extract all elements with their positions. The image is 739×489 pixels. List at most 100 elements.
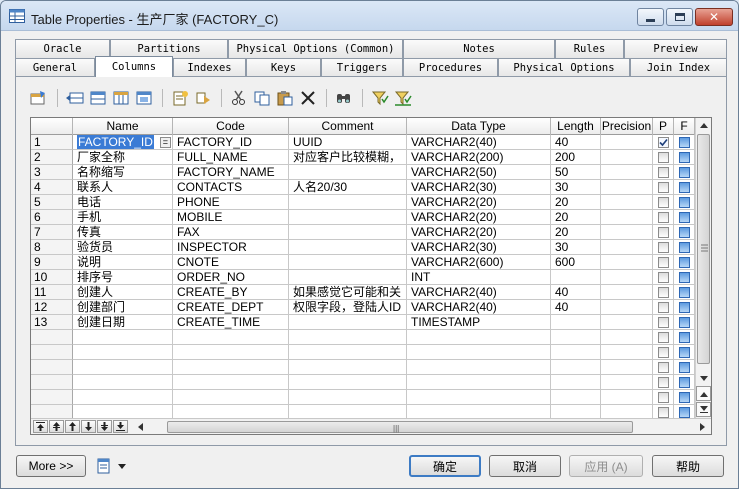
foreign-checkbox[interactable] (674, 225, 695, 240)
help-button[interactable]: 帮助 (652, 455, 724, 477)
primary-checkbox[interactable] (653, 255, 674, 270)
cell-comment[interactable]: 对应客户比较模糊， (289, 150, 407, 165)
cell-name[interactable]: 排序号 (73, 270, 173, 285)
foreign-checkbox[interactable] (674, 210, 695, 225)
cell-code[interactable]: CREATE_TIME (173, 315, 289, 330)
tab-preview[interactable]: Preview (624, 39, 727, 58)
primary-check-icon[interactable] (657, 256, 669, 268)
vertical-scrollbar[interactable] (695, 118, 711, 418)
cell-type[interactable]: VARCHAR2(600) (407, 255, 551, 270)
table-row[interactable] (31, 330, 695, 345)
cell-length[interactable]: 40 (551, 300, 601, 315)
table-row[interactable] (31, 390, 695, 405)
primary-checkbox[interactable] (653, 135, 674, 150)
primary-check-icon[interactable] (657, 361, 669, 373)
table-row[interactable]: 11 创建人 CREATE_BY 如果感觉它可能和关 VARCHAR2(40) 40 (31, 285, 695, 300)
header-name[interactable]: Name (73, 118, 173, 135)
scroll-page-down-icon[interactable] (696, 402, 711, 417)
primary-check-icon[interactable] (657, 391, 669, 403)
create-domain-icon[interactable] (169, 88, 191, 108)
foreign-checkbox[interactable] (674, 165, 695, 180)
foreign-checkbox[interactable] (674, 375, 695, 390)
primary-check-icon[interactable] (657, 226, 669, 238)
cell-precision[interactable] (601, 375, 653, 390)
foreign-check-icon[interactable] (678, 211, 690, 223)
copy-icon[interactable] (251, 88, 273, 108)
cell-comment[interactable]: 如果感觉它可能和关 (289, 285, 407, 300)
foreign-checkbox[interactable] (674, 255, 695, 270)
cell-length[interactable]: 40 (551, 135, 601, 150)
primary-check-icon[interactable] (657, 241, 669, 253)
title-bar[interactable]: Table Properties - 生产厂家 (FACTORY_C) ✕ (1, 1, 738, 31)
primary-check-icon[interactable] (657, 376, 669, 388)
cell-name[interactable] (73, 360, 173, 375)
cell-code[interactable]: FULL_NAME (173, 150, 289, 165)
tab-physical-options-common[interactable]: Physical Options (Common) (228, 39, 403, 58)
cell-name[interactable]: 传真 (73, 225, 173, 240)
cell-type[interactable]: VARCHAR2(20) (407, 225, 551, 240)
horizontal-scroll-thumb[interactable]: ||| (167, 421, 633, 433)
foreign-check-icon[interactable] (678, 301, 690, 313)
foreign-check-icon[interactable] (678, 331, 690, 343)
primary-checkbox[interactable] (653, 375, 674, 390)
cell-code[interactable] (173, 345, 289, 360)
cell-length[interactable] (551, 375, 601, 390)
cell-comment[interactable]: 权限字段，登陆人ID (289, 300, 407, 315)
apply-button[interactable]: 应用 (A) (569, 455, 643, 477)
table-row[interactable]: 7 传真 FAX VARCHAR2(20) 20 (31, 225, 695, 240)
cell-precision[interactable] (601, 240, 653, 255)
cell-code[interactable]: FACTORY_ID (173, 135, 289, 150)
cell-precision[interactable] (601, 300, 653, 315)
selected-name-text[interactable]: FACTORY_ID (77, 135, 154, 149)
tab-indexes[interactable]: Indexes (173, 58, 246, 77)
primary-checkbox[interactable] (653, 210, 674, 225)
primary-check-icon[interactable] (657, 136, 669, 148)
more-button[interactable]: More >> (16, 455, 86, 477)
table-row[interactable]: 9 说明 CNOTE VARCHAR2(600) 600 (31, 255, 695, 270)
cell-code[interactable] (173, 390, 289, 405)
table-row[interactable]: 3 名称缩写 FACTORY_NAME VARCHAR2(50) 50 (31, 165, 695, 180)
cell-length[interactable]: 20 (551, 195, 601, 210)
cell-length[interactable]: 600 (551, 255, 601, 270)
cell-length[interactable]: 50 (551, 165, 601, 180)
table-row[interactable]: 10 排序号 ORDER_NO INT (31, 270, 695, 285)
cell-length[interactable]: 200 (551, 150, 601, 165)
cell-type[interactable]: VARCHAR2(30) (407, 240, 551, 255)
primary-checkbox[interactable] (653, 270, 674, 285)
cell-code[interactable] (173, 360, 289, 375)
table-row[interactable]: 4 联系人 CONTACTS 人名20/30 VARCHAR2(30) 30 (31, 180, 695, 195)
cell-comment[interactable] (289, 240, 407, 255)
cell-name[interactable]: 创建日期 (73, 315, 173, 330)
cell-comment[interactable] (289, 165, 407, 180)
cell-code[interactable]: MOBILE (173, 210, 289, 225)
primary-check-icon[interactable] (657, 271, 669, 283)
properties-icon[interactable] (28, 88, 50, 108)
primary-checkbox[interactable] (653, 165, 674, 180)
move-down-icon[interactable] (81, 420, 96, 433)
cell-precision[interactable] (601, 330, 653, 345)
tab-keys[interactable]: Keys (246, 58, 321, 77)
cell-comment[interactable]: UUID (289, 135, 407, 150)
cell-code[interactable]: CREATE_DEPT (173, 300, 289, 315)
header-primary[interactable]: P (653, 118, 674, 135)
foreign-check-icon[interactable] (678, 136, 690, 148)
header-length[interactable]: Length (551, 118, 601, 135)
cell-comment[interactable] (289, 375, 407, 390)
primary-check-icon[interactable] (657, 286, 669, 298)
foreign-checkbox[interactable] (674, 240, 695, 255)
cell-length[interactable] (551, 330, 601, 345)
primary-check-icon[interactable] (657, 331, 669, 343)
cell-code[interactable]: CONTACTS (173, 180, 289, 195)
add-columns-icon[interactable] (110, 88, 132, 108)
cell-length[interactable] (551, 390, 601, 405)
cell-type[interactable]: TIMESTAMP (407, 315, 551, 330)
foreign-check-icon[interactable] (678, 256, 690, 268)
table-row[interactable]: 5 电话 PHONE VARCHAR2(20) 20 (31, 195, 695, 210)
cell-precision[interactable] (601, 345, 653, 360)
primary-check-icon[interactable] (657, 316, 669, 328)
table-row[interactable] (31, 375, 695, 390)
foreign-check-icon[interactable] (678, 391, 690, 403)
cell-code[interactable] (173, 330, 289, 345)
cell-code[interactable]: FACTORY_NAME (173, 165, 289, 180)
foreign-checkbox[interactable] (674, 285, 695, 300)
